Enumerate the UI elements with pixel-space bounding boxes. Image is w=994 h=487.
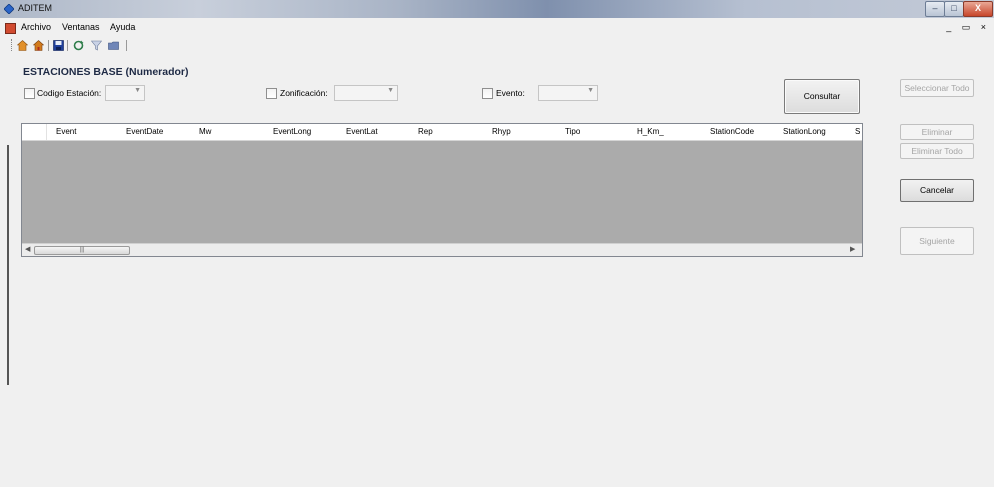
title-bar: ADITEM – □ X	[0, 0, 994, 18]
maximize-button[interactable]: □	[944, 1, 964, 17]
home-alt-icon[interactable]	[33, 40, 44, 51]
column-header[interactable]: S	[855, 127, 860, 136]
column-header[interactable]: Rhyp	[492, 127, 511, 136]
cancelar-button[interactable]: Cancelar	[900, 179, 974, 202]
seleccionar-todo-button[interactable]: Seleccionar Todo	[900, 79, 974, 97]
document-icon	[5, 23, 16, 34]
scroll-right-icon[interactable]: ▶	[850, 245, 855, 253]
folder-icon[interactable]	[108, 40, 119, 51]
menu-archivo[interactable]: Archivo	[21, 22, 51, 32]
evento-combo[interactable]: ▼	[538, 85, 598, 101]
column-header[interactable]: StationCode	[710, 127, 754, 136]
zonificacion-checkbox[interactable]	[266, 88, 277, 99]
zonificacion-label: Zonificación:	[280, 88, 328, 98]
row-header-separator	[46, 124, 47, 140]
codigo-estacion-checkbox[interactable]	[24, 88, 35, 99]
menu-ventanas[interactable]: Ventanas	[62, 22, 100, 32]
page-title: ESTACIONES BASE (Numerador)	[23, 66, 189, 78]
eliminar-todo-button[interactable]: Eliminar Todo	[900, 143, 974, 159]
chevron-down-icon: ▼	[387, 87, 394, 94]
chevron-down-icon: ▼	[587, 87, 594, 94]
codigo-estacion-combo[interactable]: ▼	[105, 85, 145, 101]
toolbar	[0, 37, 994, 54]
close-button[interactable]: X	[963, 1, 993, 17]
mdi-window-controls[interactable]: _ ▭ ×	[946, 22, 990, 33]
column-header[interactable]: EventLat	[346, 127, 378, 136]
home-icon[interactable]	[17, 40, 28, 51]
evento-label: Evento:	[496, 88, 525, 98]
filter-icon[interactable]	[91, 40, 102, 51]
toolbar-separator	[67, 40, 68, 51]
toolbar-separator	[126, 40, 127, 51]
zonificacion-combo[interactable]: ▼	[334, 85, 398, 101]
column-header[interactable]: H_Km_	[637, 127, 664, 136]
minimize-button[interactable]: –	[925, 1, 945, 17]
window-title: ADITEM	[18, 3, 53, 13]
eliminar-button[interactable]: Eliminar	[900, 124, 974, 140]
mdi-frame-edge	[7, 145, 9, 385]
siguiente-button[interactable]: Siguiente	[900, 227, 974, 255]
column-header[interactable]: EventDate	[126, 127, 163, 136]
menu-ayuda[interactable]: Ayuda	[110, 22, 135, 32]
horizontal-scrollbar[interactable]: ◀ ||| ▶	[22, 243, 862, 256]
refresh-icon[interactable]	[73, 40, 84, 51]
results-grid[interactable]: Event EventDate Mw EventLong EventLat Re…	[21, 123, 863, 257]
column-header[interactable]: EventLong	[273, 127, 311, 136]
menu-bar: Archivo Ventanas Ayuda _ ▭ ×	[0, 19, 994, 36]
grid-header: Event EventDate Mw EventLong EventLat Re…	[22, 124, 862, 141]
evento-checkbox[interactable]	[482, 88, 493, 99]
toolbar-grip[interactable]	[11, 39, 14, 51]
scroll-left-icon[interactable]: ◀	[25, 245, 30, 253]
codigo-estacion-label: Codigo Estación:	[37, 88, 102, 98]
scrollbar-thumb[interactable]: |||	[34, 246, 130, 255]
consultar-button[interactable]: Consultar	[784, 79, 860, 114]
column-header[interactable]: Rep	[418, 127, 433, 136]
app-icon	[4, 4, 14, 14]
column-header[interactable]: Mw	[199, 127, 211, 136]
column-header[interactable]: Tipo	[565, 127, 580, 136]
toolbar-separator	[48, 40, 49, 51]
save-icon[interactable]	[53, 40, 64, 51]
column-header[interactable]: StationLong	[783, 127, 826, 136]
column-header[interactable]: Event	[56, 127, 76, 136]
chevron-down-icon: ▼	[134, 87, 141, 94]
